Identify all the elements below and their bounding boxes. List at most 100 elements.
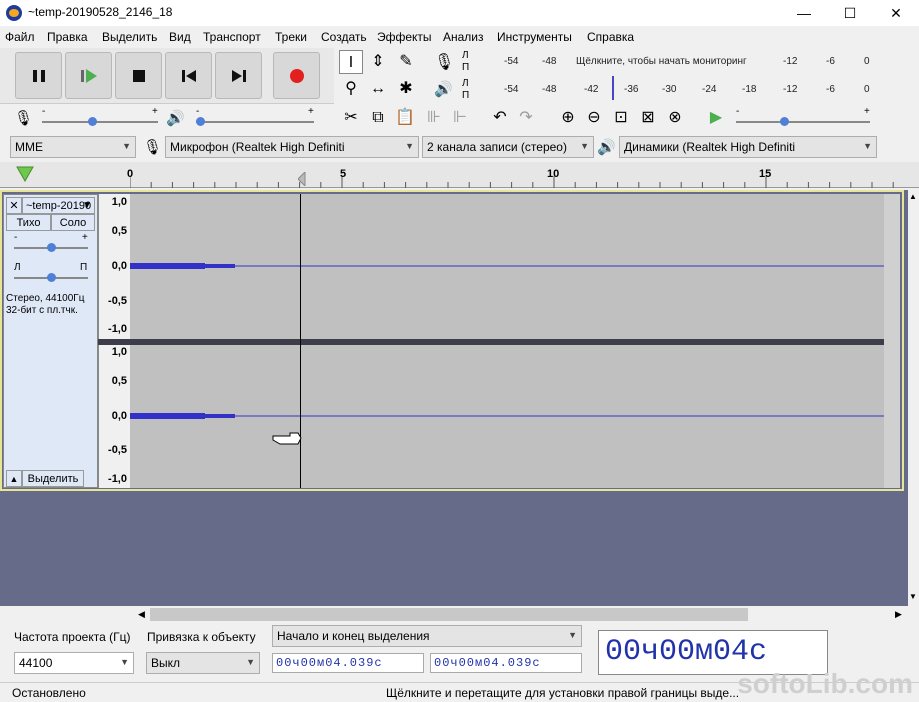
menu-generate[interactable]: Создать (321, 30, 367, 44)
vertical-scrollbar[interactable]: ▲ ▼ (908, 190, 919, 606)
meter-tick: -12 (783, 84, 798, 95)
recording-channels-value: 2 канала записи (стерео) (427, 140, 567, 154)
meter-prompt[interactable]: Щёлкните, чтобы начать мониторинг (576, 56, 747, 67)
record-button[interactable] (273, 52, 320, 99)
menu-help[interactable]: Справка (587, 30, 634, 44)
slider-min-label: - (196, 106, 200, 117)
speaker-icon: 🔊 (166, 110, 185, 127)
pause-button[interactable] (15, 52, 62, 99)
slider-thumb[interactable] (88, 117, 97, 126)
speed-slider[interactable] (736, 121, 870, 123)
selection-end-time[interactable]: 00ч00м04.039с (430, 653, 582, 673)
selection-tool-icon[interactable]: I (339, 50, 363, 74)
scroll-up-icon[interactable]: ▲ (909, 192, 917, 201)
scroll-down-icon[interactable]: ▼ (909, 592, 917, 601)
solo-button[interactable]: Соло (51, 214, 95, 231)
track-name-menu[interactable]: ~temp-20190 ▼ (22, 197, 95, 214)
pin-play-head-icon[interactable] (16, 166, 34, 183)
silence-icon[interactable]: ⊩ (448, 106, 472, 130)
maximize-button[interactable]: ☐ (827, 0, 873, 26)
audio-host-select[interactable]: MME ▼ (10, 136, 136, 158)
stop-button[interactable] (115, 52, 162, 99)
playback-device-select[interactable]: Динамики (Realtek High Definiti ▼ (619, 136, 877, 158)
zoom-toggle-icon[interactable]: ⊗ (663, 106, 687, 130)
envelope-tool-icon[interactable]: ⇕ (366, 50, 390, 74)
menu-effects[interactable]: Эффекты (377, 30, 432, 44)
chevron-down-icon: ▼ (568, 630, 577, 640)
microphone-icon: 🎙 (143, 139, 163, 156)
mute-button[interactable]: Тихо (6, 214, 51, 231)
undo-icon[interactable]: ↶ (488, 106, 512, 130)
project-rate-select[interactable]: 44100 ▼ (14, 652, 134, 674)
snap-to-select[interactable]: Выкл ▼ (146, 652, 260, 674)
meter-tick: -6 (826, 84, 835, 95)
close-button[interactable]: ✕ (873, 0, 919, 26)
window-title: ~temp-20190528_2146_18 (28, 5, 173, 19)
draw-tool-icon[interactable]: ✎ (394, 50, 418, 74)
timeshift-tool-icon[interactable]: ↔ (366, 77, 390, 101)
menu-tools[interactable]: Инструменты (497, 30, 572, 44)
selection-mode-select[interactable]: Начало и конец выделения ▼ (272, 625, 582, 647)
snap-to-value: Выкл (151, 656, 181, 670)
ruler-label: 5 (340, 168, 347, 180)
zoom-in-icon[interactable]: ⊕ (556, 106, 580, 130)
zoom-tool-icon[interactable]: ⚲ (339, 77, 363, 101)
skip-start-button[interactable] (165, 52, 212, 99)
menu-edit[interactable]: Правка (47, 30, 88, 44)
recording-meter[interactable]: 🎙 Л П -54 -48 Щёлкните, чтобы начать мон… (430, 48, 880, 76)
menu-analyze[interactable]: Анализ (443, 30, 484, 44)
zoom-out-icon[interactable]: ⊖ (582, 106, 606, 130)
collapse-track-button[interactable]: ▲ (6, 470, 22, 487)
play-at-speed-icon[interactable]: ▶ (704, 106, 728, 130)
fit-project-icon[interactable]: ⊠ (636, 106, 660, 130)
selection-start-time[interactable]: 00ч00м04.039с (272, 653, 424, 673)
slider-thumb[interactable] (780, 117, 789, 126)
chevron-down-icon: ▼ (246, 657, 255, 667)
hand-pointer-icon (272, 430, 302, 446)
fit-selection-icon[interactable]: ⊡ (609, 106, 633, 130)
scroll-right-icon[interactable]: ▶ (895, 609, 902, 620)
gain-slider-thumb[interactable] (47, 243, 56, 252)
track-close-button[interactable]: ✕ (6, 197, 22, 214)
meter-tick: -18 (742, 84, 757, 95)
ruler-label: 0 (127, 168, 134, 180)
playback-meter[interactable]: 🔊 Л П -54 -48 -42 -36 -30 -24 -18 -12 -6… (430, 76, 880, 104)
play-button[interactable] (65, 52, 112, 99)
y-axis-label: -0,5 (108, 444, 127, 456)
play-at-speed-toolbar: ▶ - + (704, 104, 880, 132)
pan-left-label: Л (14, 262, 21, 273)
pause-icon (16, 53, 61, 98)
menu-view[interactable]: Вид (169, 30, 191, 44)
scroll-thumb[interactable] (150, 608, 748, 621)
microphone-icon: 🎙 (434, 54, 455, 71)
waveform-left-svg (130, 263, 884, 269)
menu-tracks[interactable]: Треки (275, 30, 307, 44)
playback-volume-slider[interactable] (196, 121, 314, 123)
redo-icon[interactable]: ↷ (514, 106, 538, 130)
waveform-channel-left[interactable] (130, 194, 884, 339)
skip-end-button[interactable] (215, 52, 262, 99)
recording-channels-select[interactable]: 2 канала записи (стерео) ▼ (422, 136, 594, 158)
slider-thumb[interactable] (196, 117, 205, 126)
trim-icon[interactable]: ⊪ (422, 106, 446, 130)
y-axis-label: 1,0 (111, 346, 127, 358)
copy-icon[interactable]: ⧉ (366, 106, 390, 130)
scroll-left-icon[interactable]: ◀ (138, 609, 145, 620)
multi-tool-icon[interactable]: ✱ (394, 77, 418, 101)
y-axis-label: -1,0 (108, 473, 127, 485)
timeline-ruler[interactable] (0, 162, 919, 188)
horizontal-scrollbar[interactable]: ◀ ▶ (0, 606, 908, 623)
track-control-panel[interactable]: ✕ ~temp-20190 ▼ Тихо Соло - + Л П Стерео,… (3, 194, 98, 488)
paste-icon[interactable]: 📋 (393, 106, 417, 130)
minimize-button[interactable]: — (781, 0, 827, 26)
pan-slider-thumb[interactable] (47, 273, 56, 282)
cut-icon[interactable]: ✂ (339, 106, 363, 130)
menu-transport[interactable]: Транспорт (203, 30, 261, 44)
select-track-button[interactable]: Выделить (22, 470, 84, 487)
recording-volume-slider[interactable] (42, 121, 158, 123)
menu-select[interactable]: Выделить (102, 30, 157, 44)
track-info-format: Стерео, 44100Гц (6, 293, 85, 304)
recording-device-select[interactable]: Микрофон (Realtek High Definiti ▼ (165, 136, 419, 158)
waveform-channel-right[interactable] (130, 345, 884, 488)
menu-file[interactable]: Файл (5, 30, 35, 44)
